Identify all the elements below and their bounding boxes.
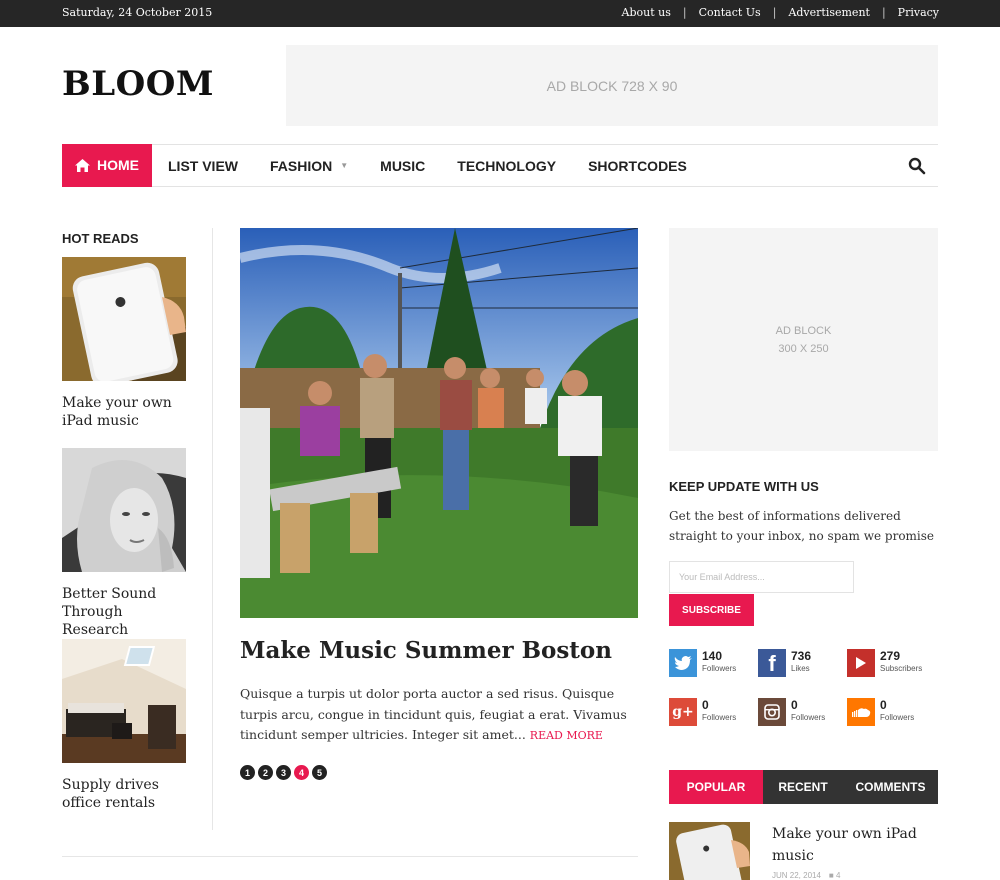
search-icon[interactable] [908, 157, 926, 175]
top-bar: Saturday, 24 October 2015 About us | Con… [0, 0, 1000, 27]
popular-post-thumbnail[interactable] [669, 822, 750, 880]
social-count: 0 [702, 698, 709, 712]
featured-title[interactable]: Make Music Summer Boston [240, 637, 612, 664]
ad-banner-top: AD BLOCK 728 X 90 [286, 45, 938, 126]
newsletter-title: KEEP UPDATE WITH US [669, 479, 819, 494]
caret-down-icon: ▼ [340, 161, 349, 170]
about-us-link[interactable]: About us [622, 6, 671, 19]
nav-label: MUSIC [380, 157, 426, 174]
ipad-thumbnail[interactable] [62, 257, 186, 387]
nav-home[interactable]: HOME [62, 143, 152, 187]
nav-shortcodes[interactable]: SHORTCODES [572, 158, 703, 174]
social-label: Followers [880, 713, 915, 722]
post-date: JUN 22, 2014 [772, 871, 821, 880]
divider: | [881, 6, 886, 19]
nav-label: TECHNOLOGY [457, 157, 557, 174]
social-label: Subscribers [880, 664, 923, 673]
hot-read-caption[interactable]: Supply drives office rentals [62, 776, 186, 812]
hot-read-caption[interactable]: Make your own iPad music [62, 394, 186, 430]
social-instagram[interactable]: 0 Followers [758, 698, 825, 726]
comment-icon: ■ [828, 871, 836, 880]
social-count: 279 [880, 649, 901, 663]
social-label: Followers [702, 713, 737, 722]
hot-read-item[interactable]: Better Sound Through Research [62, 448, 186, 639]
ad-block-side: AD BLOCK 300 X 250 [669, 228, 938, 451]
email-field[interactable]: Your Email Address... [669, 561, 854, 593]
social-label: Followers [702, 664, 737, 673]
site-logo[interactable]: BLOOM [62, 64, 214, 104]
slider-pager: 1 2 3 4 5 [240, 765, 327, 780]
social-stats: 279 Subscribers [880, 649, 922, 677]
instagram-icon[interactable] [758, 698, 786, 726]
comment-count: ■ 4 [829, 871, 841, 880]
hot-read-caption[interactable]: Better Sound Through Research [62, 585, 186, 639]
social-count: 140 [702, 649, 723, 663]
youtube-icon[interactable] [847, 649, 875, 677]
twitter-icon[interactable] [669, 649, 697, 677]
featured-excerpt: Quisque a turpis ut dolor porta auctor a… [240, 684, 638, 747]
social-google-plus[interactable]: g+ 0 Followers [669, 698, 736, 726]
featured-image[interactable] [240, 228, 638, 618]
section-divider [62, 856, 638, 857]
contact-us-link[interactable]: Contact Us [699, 6, 761, 19]
nav-label: SHORTCODES [588, 157, 687, 174]
home-icon [75, 158, 90, 172]
nav-label: LIST VIEW [168, 157, 238, 174]
social-facebook[interactable]: f 736 Likes [758, 649, 811, 677]
pager-dot[interactable]: 5 [312, 765, 327, 780]
read-more-link[interactable]: READ MORE [530, 729, 603, 742]
subscribe-button[interactable]: SUBSCRIBE [669, 594, 754, 626]
social-count: 736 [791, 649, 812, 663]
hot-read-item[interactable]: Supply drives office rentals [62, 639, 186, 812]
social-label: Likes [791, 664, 810, 673]
ad-size: 300 X 250 [778, 342, 829, 355]
social-youtube[interactable]: 279 Subscribers [847, 649, 922, 677]
social-twitter[interactable]: 140 Followers [669, 649, 736, 677]
social-stats: 0 Followers [791, 698, 825, 726]
nav-music[interactable]: MUSIC [364, 158, 441, 174]
social-count: 0 [791, 698, 798, 712]
social-soundcloud[interactable]: 0 Followers [847, 698, 914, 726]
top-links: About us | Contact Us | Advertisement | … [622, 6, 939, 19]
comment-count-value: 4 [835, 871, 841, 880]
column-divider [212, 228, 213, 830]
current-date: Saturday, 24 October 2015 [62, 6, 213, 19]
google-plus-icon[interactable]: g+ [669, 698, 697, 726]
newsletter-description: Get the best of informations delivered s… [669, 509, 935, 543]
social-label: Followers [791, 713, 826, 722]
ad-label: AD BLOCK [775, 324, 832, 337]
privacy-link[interactable]: Privacy [898, 6, 939, 19]
social-stats: 0 Followers [702, 698, 736, 726]
pager-dot[interactable]: 2 [258, 765, 273, 780]
divider: | [772, 6, 777, 19]
sidebar-tabs: POPULAR RECENT COMMENTS [669, 770, 938, 804]
nav-technology[interactable]: TECHNOLOGY [441, 158, 572, 174]
popular-post-meta: JUN 22, 2014 ■ 4 [772, 871, 840, 880]
social-count: 0 [880, 698, 887, 712]
advertisement-link[interactable]: Advertisement [788, 6, 870, 19]
portrait-thumbnail[interactable] [62, 448, 186, 572]
facebook-icon[interactable]: f [758, 649, 786, 677]
tab-comments[interactable]: COMMENTS [843, 770, 938, 804]
hot-reads-title: HOT READS [62, 231, 139, 246]
bedroom-thumbnail[interactable] [62, 639, 186, 763]
nav-list-view[interactable]: LIST VIEW [152, 158, 254, 174]
nav-fashion[interactable]: FASHION ▼ [254, 158, 364, 174]
divider: | [682, 6, 687, 19]
social-stats: 0 Followers [880, 698, 914, 726]
pager-dot[interactable]: 3 [276, 765, 291, 780]
main-nav: HOME LIST VIEW FASHION ▼ MUSIC TECHNOLOGY… [62, 143, 938, 187]
pager-dot[interactable]: 1 [240, 765, 255, 780]
tab-popular[interactable]: POPULAR [669, 770, 763, 804]
hot-read-item[interactable]: Make your own iPad music [62, 257, 186, 430]
nav-home-label: HOME [97, 157, 139, 173]
tab-recent[interactable]: RECENT [763, 770, 843, 804]
social-stats: 736 Likes [791, 649, 811, 677]
soundcloud-icon[interactable] [847, 698, 875, 726]
pager-dot-active[interactable]: 4 [294, 765, 309, 780]
popular-post-title[interactable]: Make your own iPad music [772, 823, 922, 867]
nav-label: FASHION [270, 157, 333, 174]
social-stats: 140 Followers [702, 649, 736, 677]
